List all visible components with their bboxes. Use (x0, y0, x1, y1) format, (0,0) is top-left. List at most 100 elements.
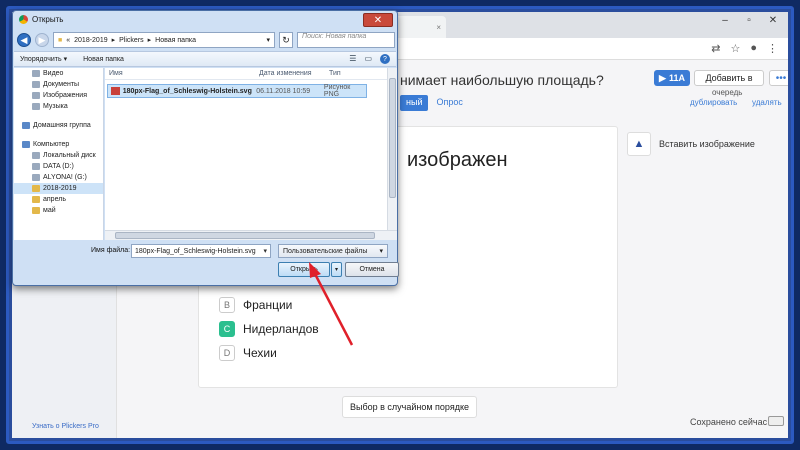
toolbar-icons: ☰ ▭ ? (349, 54, 390, 64)
dialog-nav-row: ◀ ▶ ■ « 2018-2019 ▸ Plickers ▸ Новая пап… (17, 31, 395, 49)
insert-image-button[interactable]: ▲ Вставить изображение (627, 132, 755, 156)
column-type[interactable]: Тип (325, 70, 341, 77)
answer-text[interactable]: Франции (243, 298, 292, 312)
preview-pane-icon[interactable]: ▭ (364, 54, 372, 64)
account-icon[interactable]: ● (750, 42, 757, 55)
tree-item[interactable]: Домашняя группа (14, 120, 103, 131)
column-date[interactable]: Дата изменения (255, 70, 325, 77)
add-to-queue-button[interactable]: Добавить в (694, 70, 764, 86)
tree-item[interactable]: Видео (14, 68, 103, 79)
answer-letter[interactable]: D (219, 345, 235, 361)
scroll-thumb[interactable] (115, 232, 375, 239)
bookmark-star-icon[interactable]: ☆ (730, 42, 740, 55)
answer-letter-correct[interactable]: C (219, 321, 235, 337)
duplicate-link[interactable]: дублировать (690, 98, 737, 107)
tree-item[interactable]: май (14, 205, 103, 216)
library-icon (32, 70, 40, 77)
chevron-right-icon: ▸ (147, 37, 152, 44)
shuffle-button[interactable]: Выбор в случайном порядке (342, 396, 477, 418)
breadcrumb-item[interactable]: Новая папка (155, 37, 196, 44)
chevron-down-icon[interactable]: ▾ (263, 247, 267, 255)
library-icon (32, 92, 40, 99)
tree-item[interactable]: апрель (14, 194, 103, 205)
file-row-selected[interactable]: 180px-Flag_of_Schleswig-Holstein.svg 06.… (107, 84, 367, 98)
back-icon[interactable]: ◀ (17, 33, 31, 47)
delete-link[interactable]: удалять (752, 98, 782, 107)
play-icon: ▶ (659, 72, 666, 83)
tree-item[interactable]: Музыка (14, 101, 103, 112)
tree-item[interactable]: Локальный диск (14, 150, 103, 161)
more-button[interactable]: ••• (769, 70, 788, 86)
breadcrumb-item[interactable]: 2018-2019 (74, 37, 107, 44)
drive-icon (32, 174, 40, 181)
cancel-button[interactable]: Отмена (345, 262, 399, 277)
folder-tree: Видео Документы Изображения Музыка Домаш… (14, 68, 104, 240)
queue-label: очередь (712, 88, 743, 97)
dialog-toolbar: Упорядочить ▾ Новая папка ☰ ▭ ? (14, 51, 396, 67)
menu-icon[interactable]: ⋮ (767, 42, 778, 55)
file-type: Рисунок PNG (323, 84, 351, 98)
tree-item[interactable]: DATA (D:) (14, 161, 103, 172)
refresh-icon[interactable]: ↻ (279, 32, 293, 48)
folder-icon: ■ (58, 36, 63, 44)
question-title: нимает наибольшую площадь? (400, 72, 604, 88)
tab-graded[interactable]: ный (400, 95, 429, 111)
chrome-icon (19, 15, 28, 24)
minimize-icon[interactable]: – (714, 14, 736, 28)
browser-toolbar-icons: ⇄ ☆ ● ⋮ (711, 42, 778, 55)
column-name[interactable]: Имя (105, 70, 255, 77)
maximize-icon[interactable]: ▫ (738, 14, 760, 28)
filetype-select[interactable]: Пользовательские файлы ▾ (278, 244, 388, 258)
dialog-search-input[interactable]: Поиск: Новая папка (297, 32, 395, 48)
tree-item[interactable]: Компьютер (14, 139, 103, 150)
help-icon[interactable]: ? (380, 54, 390, 64)
answer-c[interactable]: C Нидерландов (219, 321, 319, 337)
question-type-tabs: ный Опрос (400, 95, 467, 111)
view-options-icon[interactable]: ☰ (349, 54, 356, 64)
dialog-title: Открыть (32, 15, 64, 24)
close-icon[interactable]: × (436, 23, 441, 32)
play-class-button[interactable]: ▶ 11A (654, 70, 690, 86)
vertical-scrollbar[interactable] (387, 68, 397, 230)
chevron-down-icon[interactable]: ▾ (266, 36, 270, 44)
breadcrumb-item[interactable]: Plickers (119, 37, 144, 44)
answer-d[interactable]: D Чехии (219, 345, 277, 361)
answer-b[interactable]: B Франции (219, 297, 292, 313)
keyboard-icon[interactable] (768, 416, 784, 426)
close-window-icon[interactable]: ✕ (762, 14, 784, 28)
file-date: 06.11.2018 10:59 (256, 87, 311, 95)
pro-link[interactable]: Узнать о Plickers Pro (32, 423, 99, 430)
filename-input[interactable]: 180px-Flag_of_Schleswig-Holstein.svg ▾ (131, 244, 271, 258)
image-file-icon (111, 87, 120, 95)
translate-icon[interactable]: ⇄ (711, 42, 720, 55)
filename-label: Имя файла: (91, 247, 131, 254)
open-options-chevron-icon[interactable]: ▾ (331, 262, 342, 277)
dialog-close-button[interactable]: ✕ (363, 13, 393, 27)
image-icon: ▲ (627, 132, 651, 156)
tree-item[interactable]: ALYONA! (G:) (14, 172, 103, 183)
open-button[interactable]: Открыть (278, 262, 330, 277)
tab-poll[interactable]: Опрос (432, 95, 466, 111)
file-list-header: Имя Дата изменения Тип (105, 68, 387, 80)
file-list: Имя Дата изменения Тип 180px-Flag_of_Sch… (105, 68, 387, 230)
answer-text[interactable]: Нидерландов (243, 322, 319, 336)
tree-item-selected[interactable]: 2018-2019 (14, 183, 103, 194)
breadcrumb[interactable]: ■ « 2018-2019 ▸ Plickers ▸ Новая папка ▾ (53, 32, 275, 48)
tree-item[interactable]: Документы (14, 79, 103, 90)
chevron-right-icon: ▸ (111, 37, 116, 44)
scroll-thumb[interactable] (389, 78, 396, 198)
library-icon (32, 81, 40, 88)
chevron-down-icon: ▾ (379, 248, 383, 255)
tree-item[interactable]: Изображения (14, 90, 103, 101)
answer-letter[interactable]: B (219, 297, 235, 313)
forward-icon[interactable]: ▶ (35, 33, 49, 47)
breadcrumb-item[interactable]: « (66, 37, 70, 44)
music-icon (32, 103, 40, 110)
homegroup-icon (22, 122, 30, 129)
answer-text[interactable]: Чехии (243, 346, 277, 360)
horizontal-scrollbar[interactable] (105, 230, 397, 240)
organize-button[interactable]: Упорядочить ▾ (20, 55, 67, 63)
folder-icon (32, 196, 40, 203)
file-name: 180px-Flag_of_Schleswig-Holstein.svg (122, 87, 252, 95)
new-folder-button[interactable]: Новая папка (83, 56, 124, 63)
